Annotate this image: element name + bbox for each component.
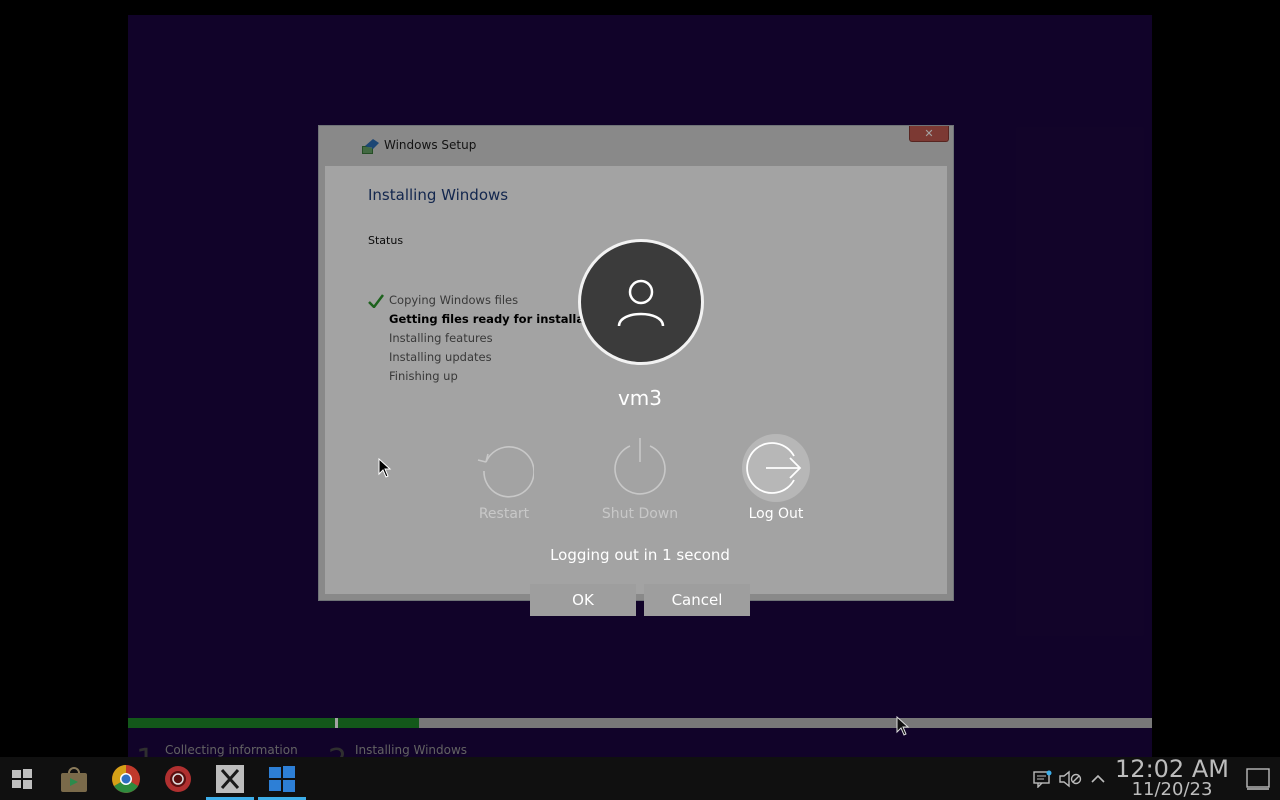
logout-countdown: Logging out in 1 second [550,546,730,564]
chrome-button[interactable] [110,763,142,795]
restart-button[interactable]: Restart [444,438,564,522]
mouse-cursor-icon [896,716,910,736]
show-desktop-button[interactable] [1242,763,1274,795]
user-icon [617,279,665,327]
volume-muted-icon [1059,770,1082,788]
recorder-app-button[interactable] [162,763,194,795]
logout-screen: vm3 Restart Shut Down Log Out Logging ou… [0,0,1280,800]
start-menu-button[interactable] [6,763,38,795]
record-icon [165,766,191,792]
logout-icon [746,442,802,494]
cancel-button[interactable]: Cancel [644,584,750,616]
log-out-label: Log Out [748,506,804,522]
shut-down-label: Shut Down [601,506,679,522]
windows-setup-taskbar-button[interactable] [258,763,306,800]
username: vm3 [617,386,663,410]
show-desktop-icon [1246,768,1270,790]
notification-icon [1033,770,1052,788]
windows-logo-icon [12,769,32,789]
windows-setup-icon [269,766,295,792]
chrome-icon [112,765,140,793]
ok-button[interactable]: OK [530,584,636,616]
chevron-up-icon [1091,774,1105,783]
taskbar: 12:02 AM 11/20/23 [0,755,1280,800]
mouse-cursor-icon [378,458,392,478]
log-out-button[interactable]: Log Out [716,434,836,522]
avatar [578,239,704,365]
store-app-button[interactable] [58,763,90,795]
restart-icon [477,446,535,498]
clock-date[interactable]: 11/20/23 [1112,779,1232,800]
x-app-icon [216,765,244,793]
shut-down-button[interactable]: Shut Down [580,438,700,522]
restart-label: Restart [478,506,530,522]
store-bag-icon [61,767,87,792]
tray-expand-button[interactable] [1082,763,1114,795]
power-icon [614,438,666,495]
x-app-button[interactable] [206,763,254,800]
